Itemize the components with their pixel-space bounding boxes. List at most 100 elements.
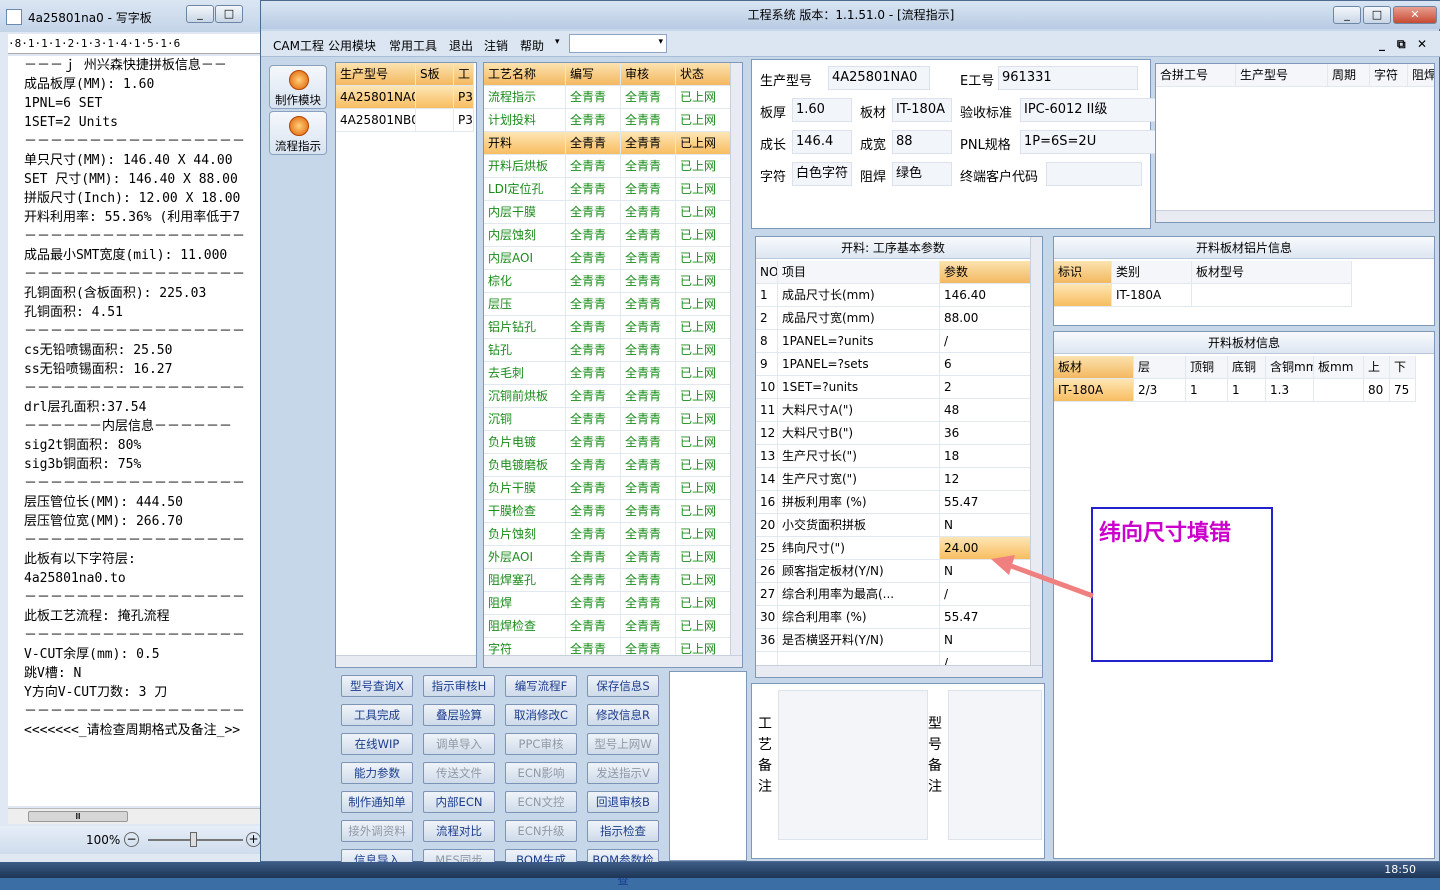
zoom-out-button[interactable]: −	[124, 832, 139, 847]
table-cell[interactable]: 层压	[484, 293, 566, 316]
column-header[interactable]: 参数	[940, 261, 1042, 284]
side-button-production[interactable]: 制作模块	[269, 65, 327, 109]
column-header[interactable]: 板材	[1054, 356, 1134, 379]
action-button[interactable]: 在线WIP	[341, 733, 413, 755]
table-cell[interactable]: 已上网	[676, 155, 731, 178]
table-cell[interactable]: 全青青	[621, 109, 676, 132]
table-cell[interactable]: P3	[454, 109, 474, 132]
table-cell[interactable]: 干膜检查	[484, 500, 566, 523]
field-value[interactable]	[1046, 162, 1142, 186]
table-cell[interactable]: 18	[940, 445, 1042, 468]
column-header[interactable]: 上	[1364, 356, 1390, 379]
table-cell[interactable]: 已上网	[676, 408, 731, 431]
column-header[interactable]: 编写	[566, 63, 621, 86]
table-cell[interactable]: 全青青	[621, 523, 676, 546]
horizontal-scrollbar[interactable]	[1156, 210, 1434, 222]
minimize-button[interactable]: _	[186, 5, 214, 23]
table-cell[interactable]: 55.47	[940, 491, 1042, 514]
table-cell[interactable]: 88.00	[940, 307, 1042, 330]
table-cell[interactable]: P3	[454, 86, 474, 109]
action-button[interactable]: 传送文件	[423, 762, 495, 784]
table-cell[interactable]: 全青青	[566, 362, 621, 385]
table-cell[interactable]: 30	[756, 606, 778, 629]
table-cell[interactable]: 全青青	[621, 408, 676, 431]
mdi-restore-icon[interactable]: ⧉	[1397, 37, 1406, 52]
table-cell[interactable]: 已上网	[676, 293, 731, 316]
table-cell[interactable]: 综合利用率为最高(...	[778, 583, 940, 606]
mdi-minimize-icon[interactable]: _	[1379, 37, 1385, 51]
table-cell[interactable]: 全青青	[621, 270, 676, 293]
action-button[interactable]: PPC审核	[505, 733, 577, 755]
table-cell[interactable]: LDI定位孔	[484, 178, 566, 201]
table-cell[interactable]: 负片电镀	[484, 431, 566, 454]
table-cell[interactable]: 全青青	[621, 477, 676, 500]
table-cell[interactable]: 4A25801NA0	[336, 86, 416, 109]
table-cell[interactable]: 沉铜	[484, 408, 566, 431]
field-value[interactable]: IT-180A	[892, 98, 952, 122]
table-cell[interactable]: 全青青	[566, 86, 621, 109]
table-cell[interactable]: 55.47	[940, 606, 1042, 629]
column-header[interactable]: 状态	[676, 63, 731, 86]
table-cell[interactable]: 全青青	[566, 431, 621, 454]
table-cell[interactable]: 已上网	[676, 201, 731, 224]
model-grid[interactable]: 生产型号 S板工 4A25801NA0 P3 4A25801NB0 P3	[335, 62, 477, 668]
action-button[interactable]: 流程对比	[423, 820, 495, 842]
table-cell[interactable]: 全青青	[621, 362, 676, 385]
table-cell[interactable]	[416, 86, 454, 109]
table-cell[interactable]: 全青青	[621, 454, 676, 477]
table-cell[interactable]: 全青青	[621, 178, 676, 201]
table-cell[interactable]: 内层蚀刻	[484, 224, 566, 247]
column-header[interactable]: 周期	[1328, 64, 1370, 87]
table-cell[interactable]: 拼板利用率 (%)	[778, 491, 940, 514]
field-value[interactable]: 88	[892, 130, 952, 154]
action-button[interactable]: 制作通知单	[341, 791, 413, 813]
action-button[interactable]: 型号查询X	[341, 675, 413, 697]
table-cell[interactable]: 全青青	[566, 339, 621, 362]
table-cell[interactable]: 去毛刺	[484, 362, 566, 385]
column-header[interactable]: NO	[756, 261, 778, 284]
table-cell[interactable]: 已上网	[676, 385, 731, 408]
table-cell[interactable]: 11	[756, 399, 778, 422]
table-cell[interactable]: 已上网	[676, 316, 731, 339]
table-cell[interactable]: 沉铜前烘板	[484, 385, 566, 408]
table-cell[interactable]: 负片干膜	[484, 477, 566, 500]
table-cell[interactable]: 全青青	[621, 201, 676, 224]
table-cell[interactable]: IT-180A	[1112, 284, 1192, 307]
process-remark-input[interactable]	[778, 690, 928, 840]
table-cell[interactable]	[416, 109, 454, 132]
table-cell[interactable]: 负片蚀刻	[484, 523, 566, 546]
table-cell[interactable]: 全青青	[621, 339, 676, 362]
menu-exit[interactable]: 退出	[449, 37, 473, 54]
table-cell[interactable]: 全青青	[621, 316, 676, 339]
column-header[interactable]: 审核	[621, 63, 676, 86]
column-header[interactable]: 含铜mm	[1266, 356, 1314, 379]
action-button[interactable]: 保存信息S	[587, 675, 659, 697]
table-cell[interactable]: 负电镀磨板	[484, 454, 566, 477]
table-cell[interactable]: 1	[1228, 379, 1266, 402]
table-cell[interactable]: 全青青	[566, 316, 621, 339]
table-cell[interactable]: 全青青	[566, 546, 621, 569]
table-cell[interactable]: 棕化	[484, 270, 566, 293]
column-header[interactable]: 层	[1134, 356, 1186, 379]
table-cell[interactable]: 全青青	[621, 155, 676, 178]
menu-logout[interactable]: 注销	[484, 37, 508, 54]
table-cell[interactable]: 内层AOI	[484, 247, 566, 270]
table-cell[interactable]: 生产尺寸宽(")	[778, 468, 940, 491]
table-cell[interactable]: 13	[756, 445, 778, 468]
table-cell[interactable]: 计划投料	[484, 109, 566, 132]
field-value[interactable]: 1.60	[792, 98, 852, 122]
table-cell[interactable]: /	[940, 330, 1042, 353]
table-cell[interactable]: 全青青	[566, 454, 621, 477]
table-cell[interactable]: 小交货面积拼板	[778, 514, 940, 537]
column-header[interactable]: 项目	[778, 261, 940, 284]
action-button[interactable]: 内部ECN	[423, 791, 495, 813]
table-cell[interactable]: 全青青	[566, 247, 621, 270]
table-cell[interactable]: 阻焊塞孔	[484, 569, 566, 592]
table-cell[interactable]: 全青青	[621, 546, 676, 569]
model-remark-input[interactable]	[948, 690, 1042, 840]
column-header[interactable]: 板材型号	[1192, 261, 1352, 284]
table-cell[interactable]: 36	[940, 422, 1042, 445]
action-button[interactable]: 回退审核B	[587, 791, 659, 813]
scroll-thumb[interactable]: Ⅲ	[28, 811, 128, 822]
column-header[interactable]: 阻焊	[1408, 64, 1434, 87]
